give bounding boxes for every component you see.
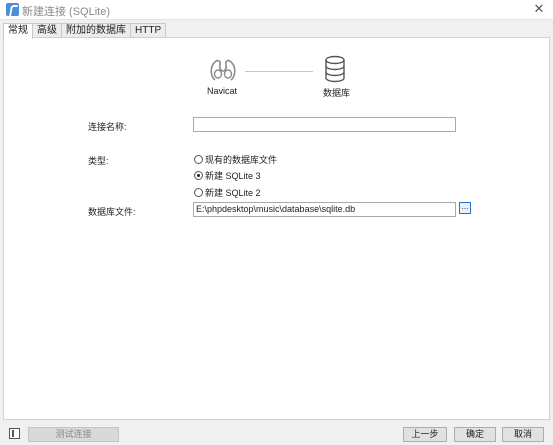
radio-button[interactable]: [194, 170, 203, 180]
step-database-label: 数据库: [323, 88, 351, 98]
cancel-button[interactable]: 取消: [502, 427, 544, 442]
navicat-logo-icon: [210, 59, 236, 81]
tab-attached-databases[interactable]: 附加的数据库: [61, 23, 131, 38]
radio-label: 新建 SQLite 3: [205, 170, 261, 181]
connection-name-input[interactable]: [193, 117, 456, 132]
radio-existing-db-file[interactable]: 现有的数据库文件: [194, 153, 277, 165]
radio-label: 现有的数据库文件: [205, 154, 278, 165]
tab-general[interactable]: 常规: [3, 23, 33, 39]
db-file-input[interactable]: E:\phpdesktop\music\database\sqlite.db: [193, 202, 456, 217]
radio-new-sqlite2[interactable]: 新建 SQLite 2: [194, 186, 261, 198]
tab-http[interactable]: HTTP: [130, 23, 167, 38]
sidebar-toggle-icon[interactable]: [9, 428, 20, 439]
radio-label: 新建 SQLite 2: [205, 187, 261, 198]
previous-button[interactable]: 上一步: [403, 427, 447, 442]
tab-bar: 常规 高级 附加的数据库 HTTP: [3, 23, 167, 39]
close-icon[interactable]: ✕: [531, 1, 547, 17]
radio-button[interactable]: [194, 154, 203, 164]
radio-new-sqlite3[interactable]: 新建 SQLite 3: [194, 169, 261, 181]
db-file-label: 数据库文件:: [88, 207, 136, 217]
test-connection-button[interactable]: 测试连接: [28, 427, 119, 442]
database-icon: [325, 55, 345, 83]
step-navicat-label: Navicat: [207, 86, 238, 96]
connection-name-label: 连接名称:: [88, 122, 127, 132]
browse-button[interactable]: ...: [459, 202, 471, 214]
ok-button[interactable]: 确定: [454, 427, 496, 442]
step-connector: [245, 71, 313, 72]
title-bar: 新建连接 (SQLite) ✕: [0, 0, 553, 20]
navicat-app-icon: [6, 3, 19, 16]
radio-button[interactable]: [194, 187, 203, 197]
tab-advanced[interactable]: 高级: [32, 23, 62, 38]
window-title: 新建连接 (SQLite): [22, 6, 111, 18]
general-panel: Navicat 数据库 连接名称: 类型: 现有的数据库文件 新建 SQLite…: [3, 37, 550, 420]
type-label: 类型:: [88, 156, 109, 166]
